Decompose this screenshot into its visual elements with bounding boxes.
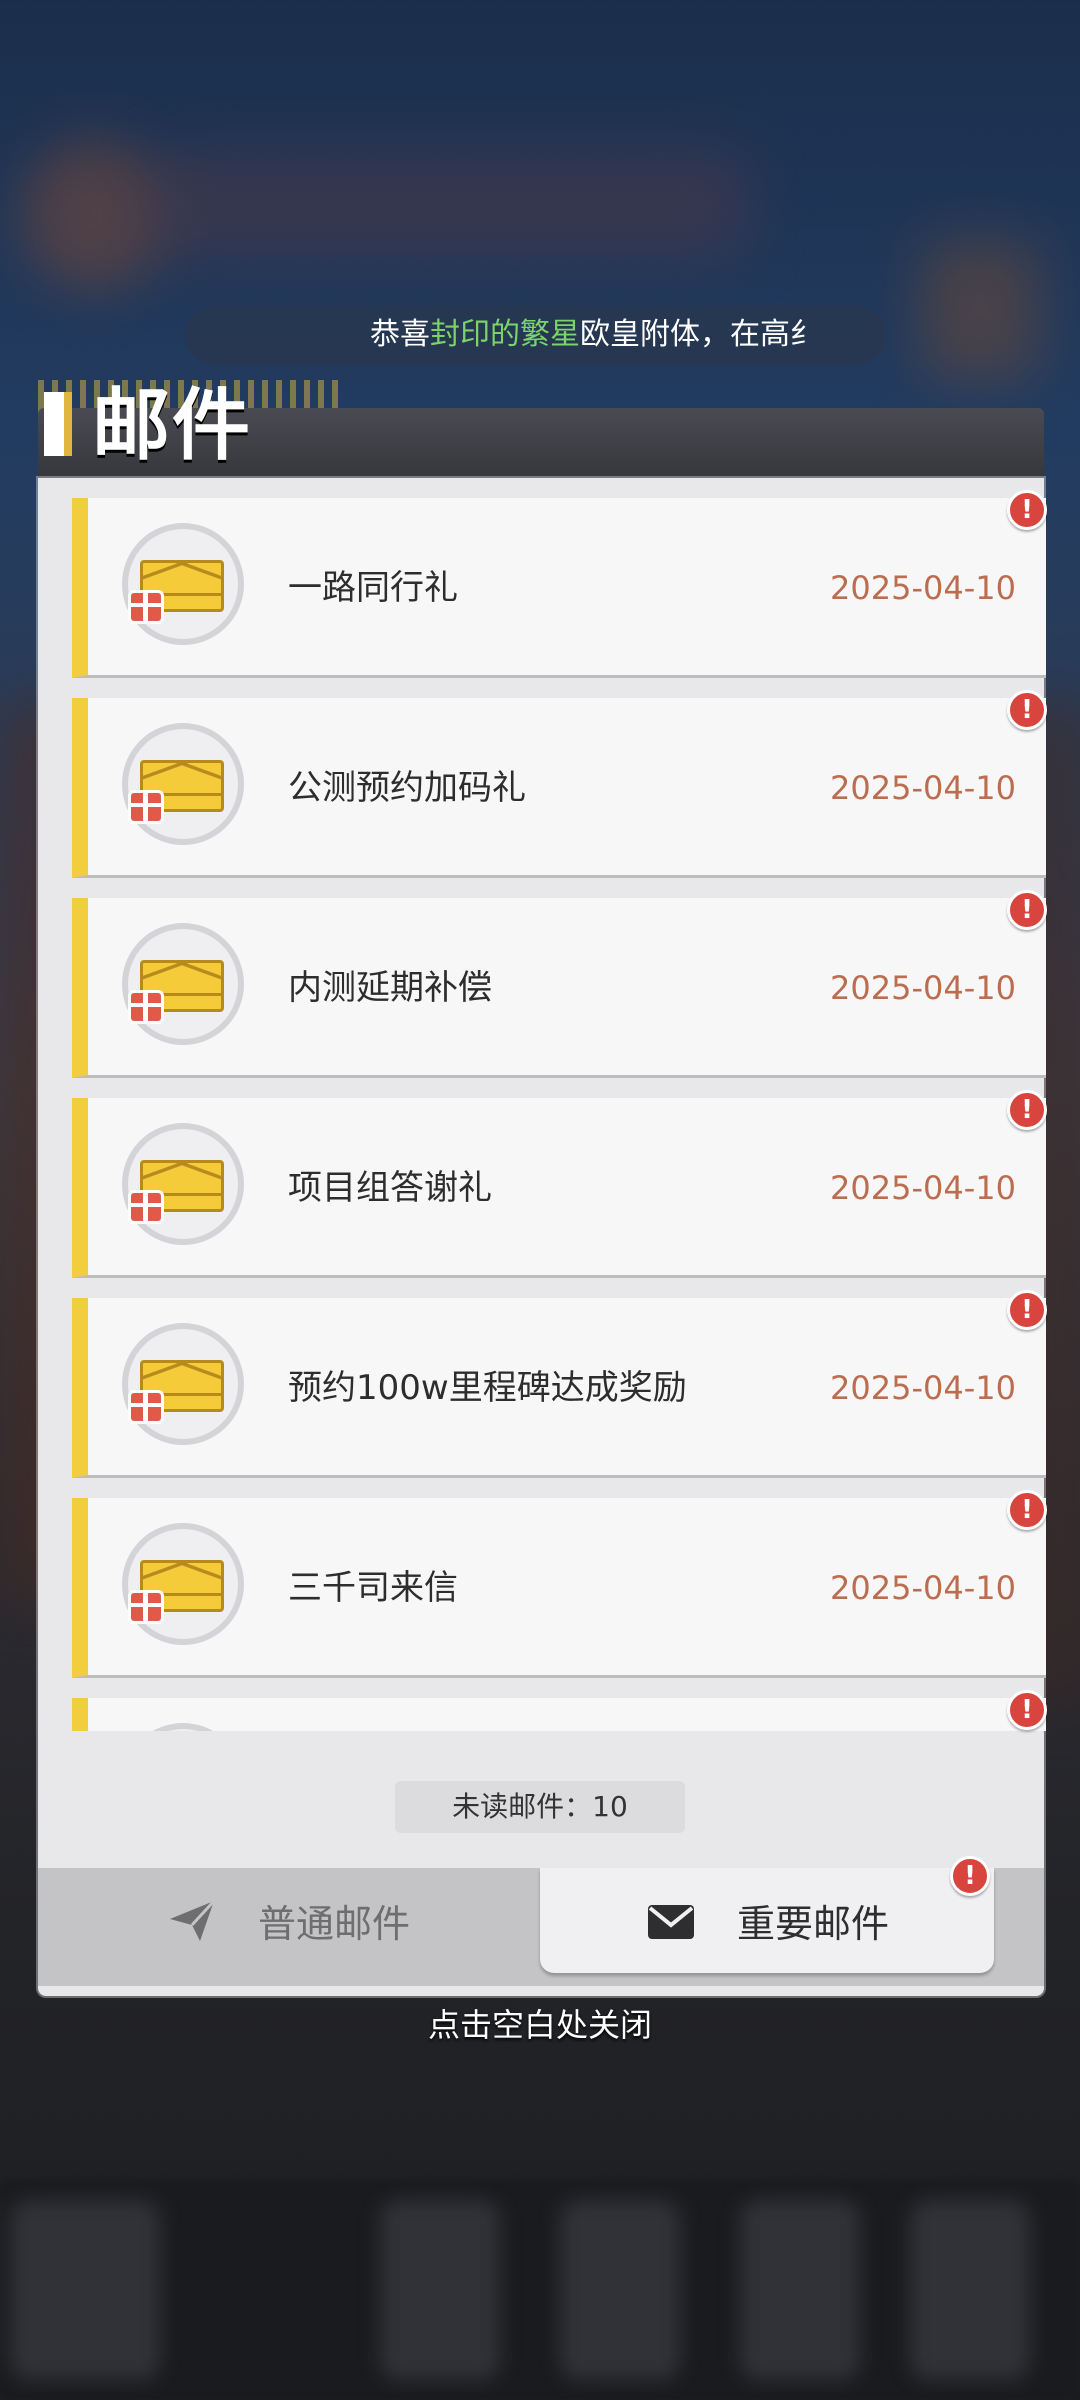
mail-item[interactable]: 预约100w里程碑达成奖励 2025-04-10 [72,1298,1046,1478]
tab-important-alert-icon: ! [950,1856,990,1896]
mail-tabs: 普通邮件 重要邮件 ! [38,1856,1044,1986]
unread-alert-icon: ! [1007,890,1047,930]
gift-icon [128,1390,164,1424]
background-hud-blur-right [920,240,1040,380]
tab-normal-mail[interactable]: 普通邮件 [58,1868,518,1973]
tab-important-label: 重要邮件 [736,1902,889,1946]
gift-icon [128,590,164,624]
mail-item[interactable]: 内测延期补偿 2025-04-10 [72,898,1046,1078]
broadcast-player-name: 封印的繁星 [430,317,580,352]
unread-alert-icon: ! [1007,490,1047,530]
mail-title: 一路同行礼 [288,568,458,608]
mail-date: 2025-04-10 [830,969,1016,1007]
mail-title: 预约100w里程碑达成奖励 [288,1368,687,1408]
broadcast-prefix: 恭喜 [370,317,430,352]
broadcast-suffix: 欧皇附体，在高纟 [580,317,820,352]
mail-date: 2025-04-10 [830,1369,1016,1407]
mail-date: 2025-04-10 [830,569,1016,607]
mail-item[interactable]: 三千司来信 2025-04-10 [72,1498,1046,1678]
mail-title: 项目组答谢礼 [288,1168,492,1208]
mail-item-partial[interactable] [72,1698,1046,1731]
mail-date: 2025-04-10 [830,1169,1016,1207]
gift-icon [128,1590,164,1624]
gift-icon [128,790,164,824]
background-nav-item [910,2200,1030,2380]
mail-list[interactable]: 一路同行礼 2025-04-10 公测预约加码礼 2025-04-10 内测延期补偿 20… [72,498,1046,1731]
broadcast-ticker: 恭喜封印的繁星欧皇附体，在高纟 [185,305,885,365]
unread-alert-icon: ! [1007,1690,1047,1730]
mail-title: 三千司来信 [288,1568,458,1608]
send-icon [166,1895,218,1947]
gift-icon [128,1190,164,1224]
background-nav-item [10,2200,160,2380]
background-nav-item [380,2200,500,2380]
mail-date: 2025-04-10 [830,1569,1016,1607]
mail-item[interactable]: 公测预约加码礼 2025-04-10 [72,698,1046,878]
unread-alert-icon: ! [1007,1090,1047,1130]
unread-count: 未读邮件：10 [395,1781,685,1833]
unread-alert-icon: ! [1007,690,1047,730]
background-nav-item [560,2200,680,2380]
background-hud-blur [150,150,750,260]
envelope-icon [645,1895,697,1947]
mail-item[interactable]: 项目组答谢礼 2025-04-10 [72,1098,1046,1278]
gift-icon [128,990,164,1024]
unread-alert-icon: ! [1007,1290,1047,1330]
mail-title: 内测延期补偿 [288,968,492,1008]
mail-item[interactable]: 一路同行礼 2025-04-10 [72,498,1046,678]
tab-normal-label: 普通邮件 [257,1902,410,1946]
background-nav-item [740,2200,860,2380]
title-marker [44,392,72,456]
background-avatar-blur [20,140,170,290]
mail-date: 2025-04-10 [830,769,1016,807]
panel-title: 邮件 [92,381,253,471]
tab-important-mail[interactable]: 重要邮件 [540,1868,994,1973]
close-hint[interactable]: 点击空白处关闭 [0,2000,1080,2050]
mail-panel: 一路同行礼 2025-04-10 公测预约加码礼 2025-04-10 内测延期补偿 20… [38,478,1047,1996]
mail-title: 公测预约加码礼 [288,768,526,808]
mail-icon-ring [122,1723,244,1731]
unread-alert-icon: ! [1007,1490,1047,1530]
